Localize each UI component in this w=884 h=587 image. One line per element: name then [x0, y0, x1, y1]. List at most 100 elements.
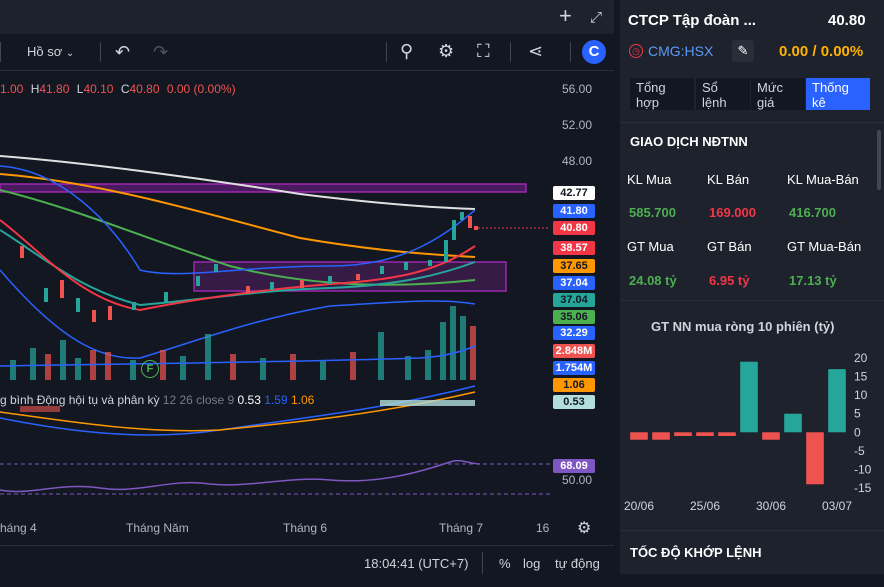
- tab-tong-hop[interactable]: Tổng hợp: [630, 78, 694, 110]
- panel-footer: [620, 574, 884, 586]
- net-buy-bar[interactable]: [784, 413, 802, 433]
- price-chart-canvas[interactable]: [0, 70, 550, 515]
- fullscreen-icon[interactable]: ⛶: [477, 42, 490, 60]
- tab-muc-gia[interactable]: Mức giá: [751, 78, 805, 110]
- net-buy-bar[interactable]: [652, 432, 670, 440]
- price-axis-label: 68.09: [553, 459, 595, 473]
- net-buy-bar[interactable]: [740, 361, 758, 433]
- price-axis-label: 35.06: [553, 310, 595, 324]
- section-divider: [620, 122, 884, 123]
- template-dropdown[interactable]: Hồ sơ ⌄: [27, 44, 74, 59]
- share-icon[interactable]: ⋖: [528, 42, 543, 60]
- scrollbar[interactable]: [877, 130, 881, 190]
- chevron-down-icon: ⌄: [65, 48, 75, 59]
- expand-icon[interactable]: ⤢: [590, 9, 602, 27]
- price-axis-label: 37.65: [553, 259, 595, 273]
- price-axis-label: 42.77: [553, 186, 595, 200]
- y-axis-tick: 50.00: [562, 473, 593, 487]
- y-axis-tick: 56.00: [562, 82, 593, 96]
- val-buy-header: GT Mua: [627, 239, 674, 254]
- net-chart-y-tick: -5: [854, 444, 865, 458]
- net-chart-x-tick: 03/07: [822, 499, 852, 513]
- net-buy-bar[interactable]: [806, 432, 824, 485]
- net-buy-bar[interactable]: [718, 432, 736, 436]
- net-chart-x-tick: 20/06: [624, 499, 654, 513]
- val-net-header: GT Mua-Bán: [787, 239, 862, 254]
- event-marker[interactable]: F: [141, 360, 159, 378]
- price-axis-label: 38.57: [553, 241, 595, 255]
- status-bar: 18:04:41 (UTC+7) % log tự động: [0, 545, 614, 587]
- price-axis-label: 40.80: [553, 221, 595, 235]
- vol-buy-value: 585.700: [629, 205, 676, 220]
- val-sell-header: GT Bán: [707, 239, 752, 254]
- x-axis-tick: háng 4: [0, 521, 37, 535]
- edit-pencil-icon[interactable]: ✎: [732, 40, 754, 62]
- settings-gear-icon[interactable]: ⚙: [438, 42, 454, 60]
- stock-price: 40.80: [828, 12, 866, 29]
- x-axis-tick: Tháng 7: [439, 521, 484, 535]
- x-axis-tick: Tháng Năm: [126, 521, 189, 535]
- toolbar-divider: [510, 42, 511, 62]
- net-buy-bar[interactable]: [762, 432, 780, 440]
- net-chart-y-tick: 5: [854, 407, 861, 421]
- price-axis-label: 1.06: [553, 378, 595, 392]
- macd-legend: g bình Động hội tụ và phân kỳ 12 26 clos…: [0, 393, 315, 407]
- price-axis-label: 37.04: [553, 276, 595, 290]
- chart-toolbar: Hồ sơ ⌄ ↶ ↷ ⚲ ⚙ ⛶ ⋖ C: [0, 34, 614, 71]
- volume-ma-line: [0, 345, 476, 367]
- match-speed-title: TỐC ĐỘ KHỚP LỆNH: [630, 545, 762, 560]
- ticker-symbol[interactable]: CMG:HSX: [648, 43, 713, 59]
- log-toggle[interactable]: log: [523, 556, 540, 571]
- net-chart-y-tick: -10: [854, 462, 872, 476]
- price-axis-label: 1.754M: [553, 361, 595, 375]
- y-axis-tick: 52.00: [562, 118, 593, 132]
- foreign-trading-title: GIAO DỊCH NĐTNN: [630, 134, 748, 149]
- redo-icon[interactable]: ↷: [153, 43, 168, 61]
- chart-pane[interactable]: + ⤢ Hồ sơ ⌄ ↶ ↷ ⚲ ⚙ ⛶ ⋖ C 1.00 H41.80 L4…: [0, 0, 614, 586]
- vol-net-header: KL Mua-Bán: [787, 172, 859, 187]
- price-axis-label: 41.80: [553, 204, 595, 218]
- net-chart-x-tick: 30/06: [756, 499, 786, 513]
- net-chart-y-tick: 15: [854, 370, 868, 384]
- price-change: 0.00 / 0.00%: [779, 43, 864, 60]
- stock-side-panel: CTCP Tập đoàn ... 40.80 ◷ CMG:HSX ✎ 0.00…: [614, 0, 884, 586]
- price-axis-label: 32.29: [553, 326, 595, 340]
- net-buy-bar[interactable]: [828, 369, 846, 433]
- add-icon[interactable]: +: [559, 5, 572, 27]
- net-buy-bar[interactable]: [696, 432, 714, 436]
- clock-time[interactable]: 18:04:41 (UTC+7): [364, 556, 468, 571]
- stock-title: CTCP Tập đoàn ...: [628, 12, 757, 29]
- val-net-value: 17.13 tỷ: [789, 273, 837, 288]
- y-axis-tick: 48.00: [562, 154, 593, 168]
- section-divider: [620, 300, 884, 301]
- net-chart-title: GT NN mua ròng 10 phiên (tỷ): [651, 319, 835, 334]
- vol-sell-value: 169.000: [709, 205, 756, 220]
- brand-logo-icon[interactable]: C: [582, 40, 606, 64]
- status-divider: [482, 552, 483, 574]
- net-buy-bar[interactable]: [674, 432, 692, 436]
- quick-search-icon[interactable]: ⚲: [400, 42, 413, 60]
- vol-buy-header: KL Mua: [627, 172, 672, 187]
- net-chart-y-tick: 10: [854, 388, 868, 402]
- val-sell-value: 6.95 tỷ: [709, 273, 750, 288]
- net-buy-bar-chart[interactable]: 20 15 10 5 0 -5 -10 -15 20/06 25/06 30/06 03/07: [620, 348, 884, 518]
- tab-thong-ke[interactable]: Thống kê: [806, 78, 870, 110]
- net-chart-y-tick: 20: [854, 351, 868, 365]
- price-axis-label: 2.848M: [553, 344, 595, 358]
- auto-scale-toggle[interactable]: tự động: [555, 556, 600, 571]
- val-buy-value: 24.08 tỷ: [629, 273, 677, 288]
- net-buy-bar[interactable]: [630, 432, 648, 440]
- net-chart-y-tick: -15: [854, 481, 872, 495]
- toolbar-divider: [0, 42, 1, 62]
- template-label: Hồ sơ: [27, 44, 63, 59]
- tab-so-lenh[interactable]: Sổ lệnh: [696, 78, 750, 110]
- percent-toggle[interactable]: %: [499, 556, 511, 571]
- chart-title-strip: + ⤢: [0, 0, 614, 35]
- undo-icon[interactable]: ↶: [115, 43, 130, 61]
- axis-settings-icon[interactable]: ⚙: [577, 520, 591, 538]
- section-divider: [620, 530, 884, 531]
- net-chart-x-tick: 25/06: [690, 499, 720, 513]
- price-axis-label: 0.53: [553, 395, 595, 409]
- toolbar-divider: [386, 42, 387, 62]
- vol-net-value: 416.700: [789, 205, 836, 220]
